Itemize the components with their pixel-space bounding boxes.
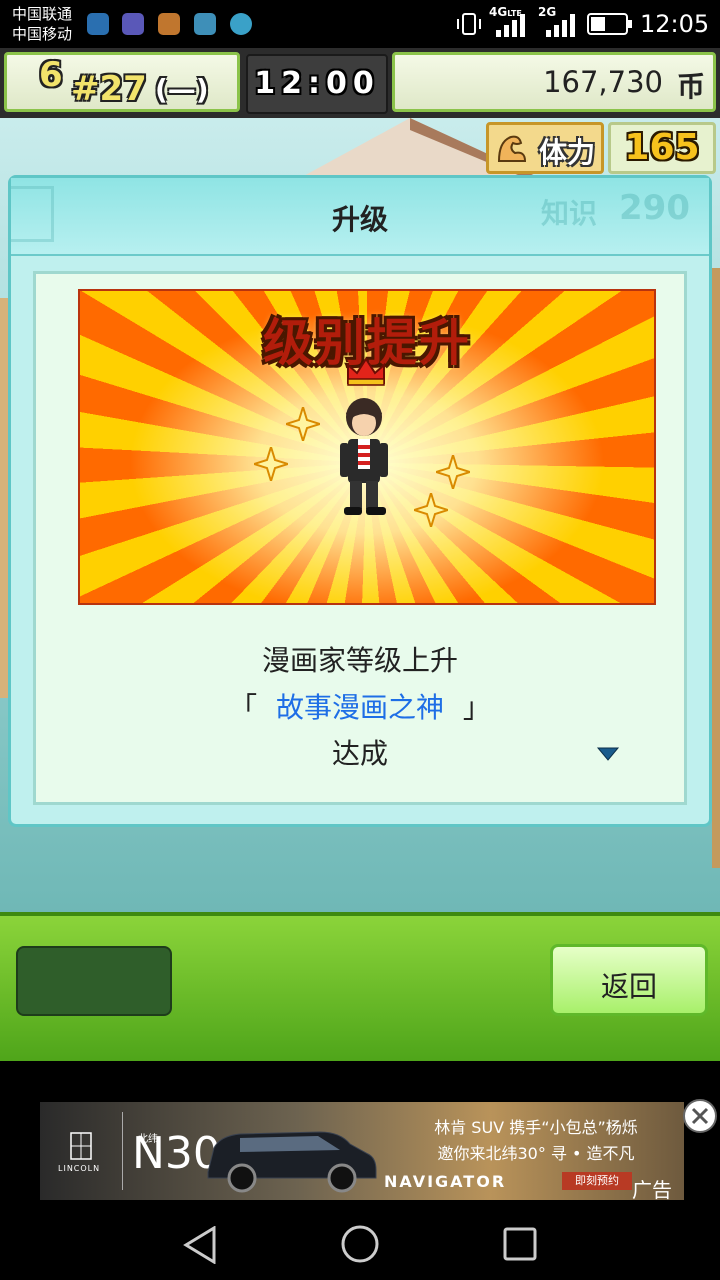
carrier-1: 中国联通: [12, 5, 73, 23]
system-nav-bar: [0, 1210, 720, 1280]
stamina-label-badge: 体力: [486, 122, 604, 174]
bottom-action-bar: 返回: [0, 912, 720, 1061]
money-amount: 167,730: [543, 65, 663, 99]
signal-strength-2-icon: [546, 14, 575, 37]
bracket-close: 」: [462, 691, 491, 724]
money-panel[interactable]: 167,730 币: [392, 52, 716, 112]
level-up-message: 漫画家等级上升: [261, 644, 458, 677]
recents-nav-icon[interactable]: [502, 1226, 538, 1262]
currency-icon: 币: [677, 70, 706, 103]
ad-navigator: NAVIGATOR: [384, 1172, 507, 1191]
game-app-icon: [158, 13, 180, 35]
ad-subline: 邀你来北纬30° 寻 • 造不凡: [437, 1144, 635, 1163]
stamina-label: 体力: [539, 136, 596, 169]
ad-close-icon[interactable]: [682, 1098, 718, 1134]
game-clock: 12:00: [254, 66, 380, 101]
back-button[interactable]: 返回: [550, 944, 708, 1016]
dialog-title: 升级: [331, 203, 388, 236]
sparkle-icon: [254, 447, 288, 481]
bracket-open: 「: [229, 691, 258, 724]
manga-artist-character: [340, 398, 388, 515]
status-clock: 12:05: [640, 10, 710, 38]
continue-arrow-icon[interactable]: [596, 746, 620, 762]
sparkle-icon: [436, 455, 470, 489]
disabled-action-button: [16, 946, 172, 1016]
right-shelf-decor: [712, 268, 720, 868]
ad-banner[interactable]: LINCOLN 北纬 N30° 林肯 SUV 携手“小包总”杨烁 邀你来北纬30…: [40, 1102, 684, 1200]
dialog-header: 知识 290 升级: [11, 178, 709, 256]
stamina-value: 165: [624, 127, 700, 168]
ad-tag: 广告: [632, 1178, 672, 1200]
vibrate-icon: [457, 13, 481, 35]
status-bar: 中国联通 中国移动 4GLTE 2G 12:05: [0, 0, 720, 48]
player-level: 6: [39, 55, 63, 95]
gallery-app-icon: [194, 13, 216, 35]
notification-app-icon: [87, 13, 109, 35]
sparkle-icon: [414, 493, 448, 527]
muscle-icon: [497, 135, 527, 162]
carrier-2: 中国移动: [12, 25, 73, 43]
suv-image: [207, 1131, 377, 1193]
ad-divider: [122, 1112, 123, 1190]
ad-brand-small: LINCOLN: [58, 1164, 101, 1173]
stamina-value-badge: 165: [608, 122, 716, 174]
achieved-text: 达成: [331, 737, 388, 770]
message-app-icon: [230, 13, 252, 35]
heart-app-icon: [122, 13, 144, 35]
game-hud: 6 #27 (—) 12:00 167,730 币: [0, 48, 720, 118]
rank-status: (—): [155, 73, 209, 106]
battery-icon: [587, 13, 632, 35]
game-clock-panel: 12:00: [246, 54, 388, 114]
sparkle-icon: [286, 407, 320, 441]
rank-title: 故事漫画之神: [275, 691, 444, 724]
back-nav-icon[interactable]: [182, 1226, 218, 1264]
lincoln-logo-icon: [70, 1132, 92, 1160]
home-nav-icon[interactable]: [340, 1224, 380, 1264]
level-up-dialog: 知识 290 升级 级别提升 漫画家等级上升 「 故事漫画之神 」 达成: [8, 175, 712, 827]
back-button-label: 返回: [600, 970, 657, 1003]
player-rank: #27: [71, 69, 147, 109]
level-up-banner: 级别提升: [78, 289, 656, 605]
crown-icon: [347, 357, 385, 386]
rank-title-line: 「 故事漫画之神 」: [36, 686, 684, 726]
ad-headline: 林肯 SUV 携手“小包总”杨烁: [434, 1118, 638, 1137]
dialog-content: 级别提升 漫画家等级上升 「 故事漫画之神 」 达成: [33, 271, 687, 805]
ad-cta-button[interactable]: 即刻预约: [562, 1172, 632, 1190]
signal-strength-1-icon: [496, 14, 525, 37]
level-rank-panel[interactable]: 6 #27 (—): [4, 52, 240, 112]
